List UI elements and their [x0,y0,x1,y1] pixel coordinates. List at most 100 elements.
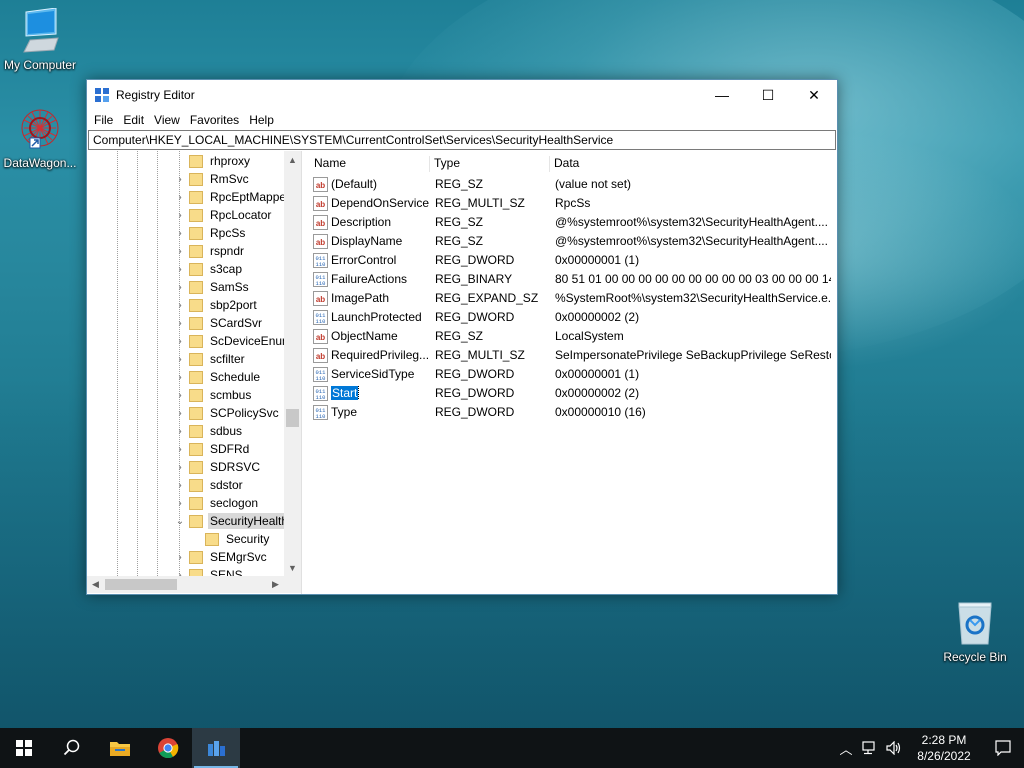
chevron-right-icon[interactable]: › [175,228,185,239]
chevron-right-icon[interactable]: › [175,264,185,275]
scroll-right-icon[interactable]: ▶ [267,576,284,593]
value-row[interactable]: ab ImagePath REG_EXPAND_SZ %SystemRoot%\sys… [307,289,837,308]
chevron-right-icon[interactable]: › [175,174,185,185]
clock[interactable]: 2:28 PM 8/26/2022 [906,732,982,764]
minimize-button[interactable]: — [699,80,745,110]
show-hidden-icons-button[interactable]: ︿ [834,728,858,768]
desktop-icon-my-computer[interactable]: My Computer [0,8,80,72]
tree-item[interactable]: Security [87,530,284,548]
chevron-right-icon[interactable]: › [175,426,185,437]
tree-item[interactable]: › rspndr [87,242,284,260]
scroll-down-icon[interactable]: ▼ [284,559,301,576]
tree-item[interactable]: rhproxy [87,152,284,170]
search-button[interactable] [48,728,96,768]
registry-editor-icon [95,88,109,102]
desktop-icon-datawagon[interactable]: DataWagon... [0,106,80,170]
value-row[interactable]: ab Description REG_SZ @%systemroot%\system3… [307,213,837,232]
chevron-right-icon[interactable]: › [175,480,185,491]
tree-item[interactable]: › RpcSs [87,224,284,242]
tree-item[interactable]: › SCardSvr [87,314,284,332]
tree-item[interactable]: › RmSvc [87,170,284,188]
close-button[interactable]: ✕ [791,80,837,110]
string-value-icon: ab [313,291,328,306]
value-row[interactable]: 011 110 LaunchProtected REG_DWORD 0x00000002… [307,308,837,327]
menu-favorites[interactable]: Favorites [185,113,244,127]
value-row[interactable]: ab DisplayName REG_SZ @%systemroot%\system3… [307,232,837,251]
tree-item[interactable]: › RpcEptMappe [87,188,284,206]
taskbar-registry-editor[interactable] [192,728,240,768]
key-tree-pane[interactable]: rhproxy › RmSvc › RpcEptMappe › RpcLocator › Rpc… [87,151,302,594]
column-header-type[interactable]: Type [429,156,549,172]
title-bar[interactable]: Registry Editor — ☐ ✕ [87,80,837,110]
scroll-thumb[interactable] [105,579,177,590]
value-row[interactable]: ab ObjectName REG_SZ LocalSystem [307,327,837,346]
maximize-button[interactable]: ☐ [745,80,791,110]
tree-item[interactable]: › RpcLocator [87,206,284,224]
value-row[interactable]: 011 110 ServiceSidType REG_DWORD 0x00000001 … [307,365,837,384]
start-button[interactable] [0,728,48,768]
tree-item[interactable]: › Schedule [87,368,284,386]
value-row[interactable]: 011 110 ErrorControl REG_DWORD 0x00000001 (1… [307,251,837,270]
tree-vertical-scrollbar[interactable]: ▲ ▼ [284,151,301,576]
chevron-right-icon[interactable]: › [175,210,185,221]
value-row[interactable]: 011 110 FailureActions REG_BINARY 80 51 01 0… [307,270,837,289]
value-data: @%systemroot%\system32\SecurityHealthAge… [555,234,828,248]
scroll-left-icon[interactable]: ◀ [87,576,104,593]
chevron-right-icon[interactable]: › [175,498,185,509]
value-row[interactable]: 011 110 Start REG_DWORD 0x00000002 (2) [307,384,837,403]
tree-item[interactable]: › scfilter [87,350,284,368]
chevron-right-icon[interactable]: › [175,462,185,473]
tree-item[interactable]: › SEMgrSvc [87,548,284,566]
chevron-right-icon[interactable]: › [175,192,185,203]
menu-help[interactable]: Help [244,113,279,127]
menu-file[interactable]: File [89,113,118,127]
tree-item[interactable]: › sdstor [87,476,284,494]
tree-item[interactable]: › SCPolicySvc [87,404,284,422]
tree-horizontal-scrollbar[interactable]: ◀ ▶ [87,576,284,593]
tree-item[interactable]: › SamSs [87,278,284,296]
chevron-down-icon[interactable]: ⌄ [175,516,185,527]
chevron-right-icon[interactable]: › [175,354,185,365]
tree-item[interactable]: › SENS [87,566,284,576]
value-row[interactable]: ab DependOnService REG_MULTI_SZ RpcSs [307,194,837,213]
chevron-right-icon[interactable]: › [175,372,185,383]
action-center-button[interactable] [982,728,1024,768]
value-list-pane[interactable]: Name Type Data ab (Default) REG_SZ (value n… [307,151,837,594]
value-type: REG_DWORD [435,253,515,267]
value-row[interactable]: 011 110 Type REG_DWORD 0x00000010 (16) [307,403,837,422]
menu-view[interactable]: View [149,113,185,127]
column-header-name[interactable]: Name [310,156,426,172]
chevron-right-icon[interactable]: › [175,552,185,563]
address-bar[interactable]: Computer\HKEY_LOCAL_MACHINE\SYSTEM\Curre… [88,130,836,150]
taskbar-chrome[interactable] [144,728,192,768]
taskbar-file-explorer[interactable] [96,728,144,768]
scroll-thumb[interactable] [286,409,299,427]
chevron-right-icon[interactable]: › [175,246,185,257]
chevron-right-icon[interactable]: › [175,390,185,401]
tree-item-label: seclogon [210,496,259,510]
value-row[interactable]: ab (Default) REG_SZ (value not set) [307,175,837,194]
tree-item[interactable]: › sdbus [87,422,284,440]
tree-item[interactable]: › sbp2port [87,296,284,314]
network-button[interactable] [858,728,882,768]
volume-button[interactable] [882,728,906,768]
tree-item[interactable]: › scmbus [87,386,284,404]
tree-item[interactable]: › s3cap [87,260,284,278]
value-row[interactable]: ab RequiredPrivileg... REG_MULTI_SZ SeImper… [307,346,837,365]
column-header-data[interactable]: Data [549,156,829,172]
tree-item[interactable]: ⌄ SecurityHealth [87,512,284,530]
svg-text:ab: ab [316,200,325,209]
chevron-right-icon[interactable]: › [175,408,185,419]
tree-item[interactable]: › SDRSVC [87,458,284,476]
scroll-up-icon[interactable]: ▲ [284,151,301,168]
tree-item[interactable]: › ScDeviceEnum [87,332,284,350]
tree-item[interactable]: › SDFRd [87,440,284,458]
chevron-right-icon[interactable]: › [175,444,185,455]
chevron-right-icon[interactable]: › [175,336,185,347]
desktop-icon-recycle-bin[interactable]: Recycle Bin [935,600,1015,664]
chevron-right-icon[interactable]: › [175,300,185,311]
tree-item[interactable]: › seclogon [87,494,284,512]
menu-edit[interactable]: Edit [118,113,149,127]
chevron-right-icon[interactable]: › [175,318,185,329]
chevron-right-icon[interactable]: › [175,282,185,293]
